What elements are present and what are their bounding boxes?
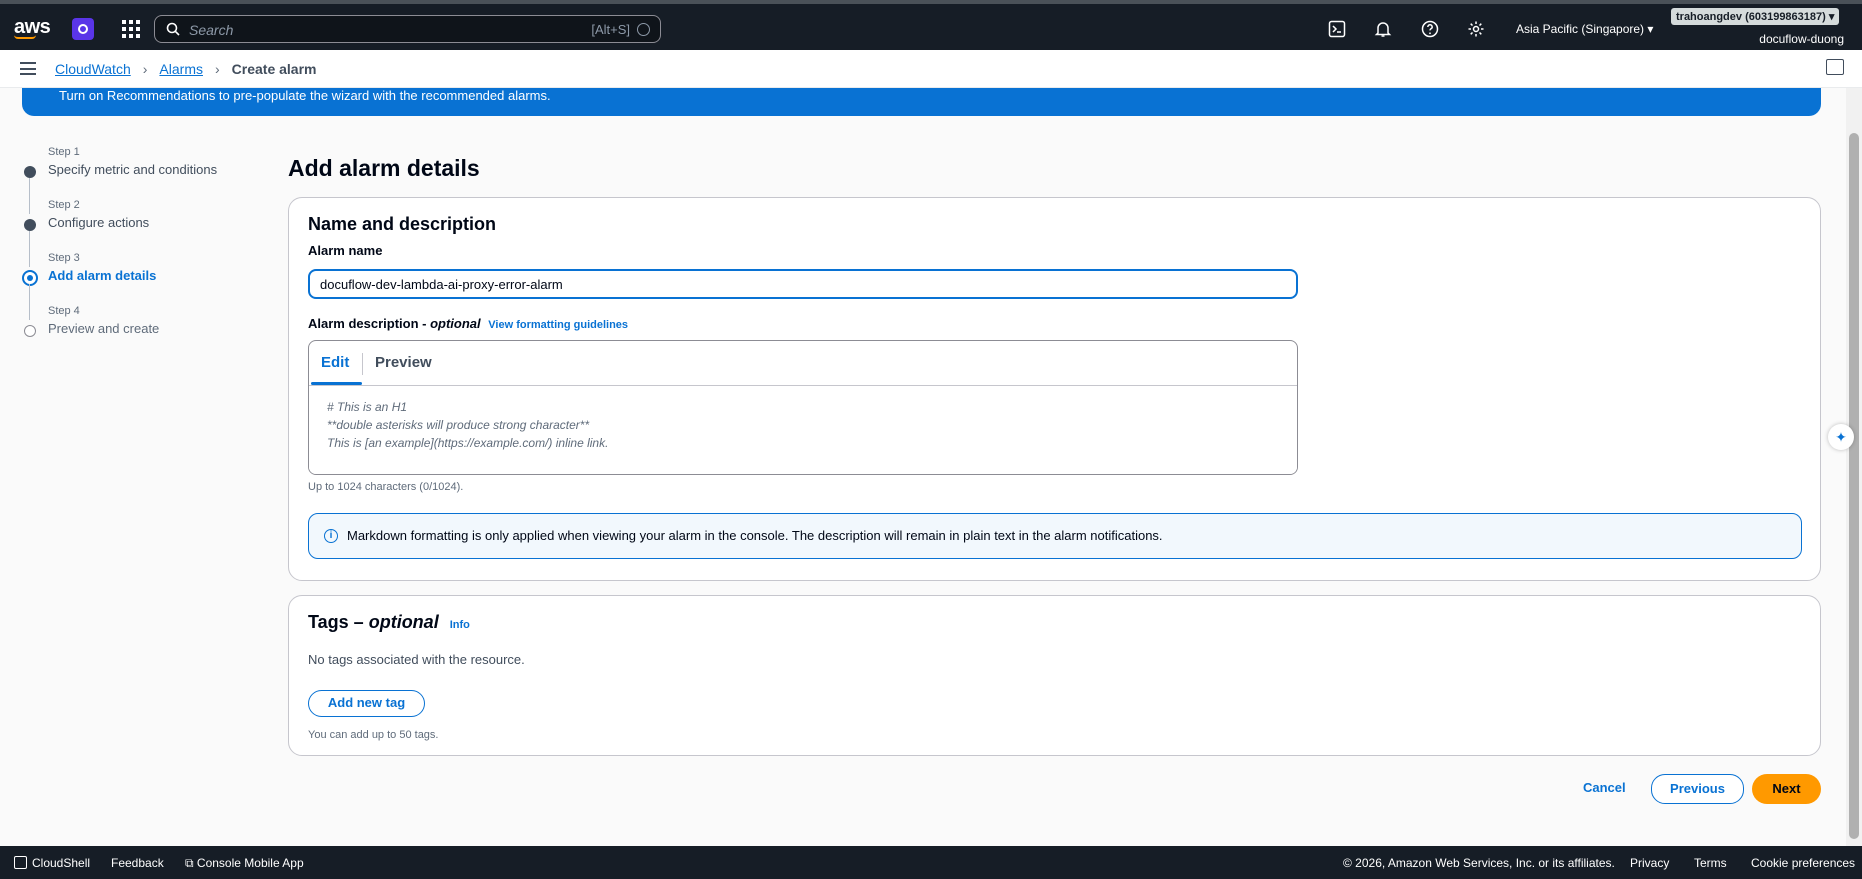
- cancel-button[interactable]: Cancel: [1583, 780, 1626, 795]
- cloudshell-icon: [14, 856, 27, 869]
- chevron-right-icon: ›: [142, 61, 148, 77]
- step-label: Preview and create: [48, 321, 160, 336]
- banner-text: Turn on Recommendations to pre-populate …: [59, 88, 551, 103]
- step-4: Step 4 Preview and create: [18, 305, 248, 358]
- services-menu-icon[interactable]: [122, 20, 140, 38]
- info-link[interactable]: Info: [450, 619, 470, 631]
- section-title: Tags – optional Info: [308, 612, 470, 632]
- search-icon: [166, 22, 180, 36]
- bell-icon[interactable]: [1374, 20, 1392, 38]
- tag-limit-hint: You can add up to 50 tags.: [308, 729, 439, 741]
- console-footer: CloudShell Feedback ⧉ Console Mobile App…: [0, 846, 1862, 879]
- alarm-name-input[interactable]: [308, 269, 1298, 299]
- region-selector[interactable]: Asia Pacific (Singapore) ▾: [1516, 22, 1653, 36]
- info-icon: i: [324, 529, 338, 543]
- tab-preview[interactable]: Preview: [375, 354, 432, 371]
- footer-cookie-preferences[interactable]: Cookie preferences: [1751, 856, 1855, 870]
- help-icon[interactable]: [1421, 20, 1439, 38]
- scrollbar-thumb[interactable]: [1849, 133, 1859, 839]
- recommendations-banner: Turn on Recommendations to pre-populate …: [22, 88, 1821, 116]
- no-tags-text: No tags associated with the resource.: [308, 652, 525, 667]
- step-number: Step 2: [48, 199, 80, 211]
- optional-label: optional: [368, 612, 439, 632]
- footer-terms[interactable]: Terms: [1694, 856, 1727, 870]
- step-2[interactable]: Step 2 Configure actions: [18, 199, 248, 267]
- footer-copyright: © 2026, Amazon Web Services, Inc. or its…: [1343, 856, 1615, 870]
- editor-tabs: Edit Preview: [309, 341, 1297, 386]
- breadcrumb-alarms[interactable]: Alarms: [159, 61, 203, 77]
- search-placeholder: Search: [189, 22, 234, 38]
- page-scrollbar[interactable]: [1846, 88, 1862, 846]
- step-pending-icon: [24, 325, 36, 337]
- step-label: Configure actions: [48, 215, 150, 230]
- gear-icon[interactable]: [1467, 20, 1485, 38]
- step-complete-icon: [24, 219, 36, 231]
- menu-icon[interactable]: [20, 62, 36, 75]
- step-1[interactable]: Step 1 Specify metric and conditions: [18, 146, 248, 214]
- tags-card: Tags – optional Info No tags associated …: [288, 595, 1821, 756]
- markdown-info-alert: i Markdown formatting is only applied wh…: [308, 513, 1802, 559]
- alert-message: Markdown formatting is only applied when…: [347, 528, 1163, 543]
- add-new-tag-button[interactable]: Add new tag: [308, 690, 425, 717]
- footer-cloudshell[interactable]: CloudShell: [14, 856, 90, 870]
- search-shortcut-hint: [Alt+S]: [591, 22, 630, 37]
- search-bar[interactable]: Search [Alt+S]: [154, 15, 661, 43]
- step-complete-icon: [24, 166, 36, 178]
- tools-panel-icon[interactable]: [1826, 59, 1844, 75]
- character-count-hint: Up to 1024 characters (0/1024).: [308, 481, 464, 493]
- wizard-steps: Step 1 Specify metric and conditions Ste…: [18, 146, 248, 358]
- aws-logo[interactable]: aws: [14, 16, 51, 39]
- page-title: Add alarm details: [288, 155, 480, 181]
- external-link-icon: ⧉: [185, 856, 197, 870]
- footer-feedback[interactable]: Feedback: [111, 856, 164, 870]
- step-label: Add alarm details: [48, 268, 157, 283]
- alarm-description-label: Alarm description - optional View format…: [308, 316, 629, 331]
- shortcut-icon: [637, 23, 650, 36]
- previous-button[interactable]: Previous: [1651, 774, 1744, 804]
- step-number: Step 1: [48, 146, 80, 158]
- next-button[interactable]: Next: [1752, 774, 1821, 804]
- alarm-description-textarea[interactable]: [309, 386, 1297, 474]
- step-3[interactable]: Step 3 Add alarm details: [18, 252, 248, 320]
- step-current-icon: [22, 270, 38, 286]
- breadcrumb: CloudWatch › Alarms › Create alarm: [55, 61, 316, 77]
- description-editor: Edit Preview: [308, 340, 1298, 475]
- optional-label: optional: [430, 316, 481, 331]
- breadcrumb-current: Create alarm: [231, 61, 317, 77]
- formatting-guidelines-link[interactable]: View formatting guidelines: [488, 319, 628, 331]
- tab-edit[interactable]: Edit: [321, 354, 349, 371]
- step-number: Step 3: [48, 252, 80, 264]
- step-label: Specify metric and conditions: [48, 162, 218, 177]
- top-navigation: aws Search [Alt+S] Asia Pacific (Singapo…: [0, 0, 1862, 50]
- breadcrumb-cloudwatch[interactable]: CloudWatch: [55, 61, 131, 77]
- footer-privacy[interactable]: Privacy: [1630, 856, 1669, 870]
- breadcrumb-bar: CloudWatch › Alarms › Create alarm: [0, 50, 1862, 88]
- assistant-icon[interactable]: ✦: [1828, 424, 1854, 450]
- account-name: docuflow-duong: [1759, 32, 1844, 46]
- section-title: Name and description: [308, 214, 497, 234]
- step-number: Step 4: [48, 305, 80, 317]
- name-description-card: Name and description Alarm name Alarm de…: [288, 197, 1821, 581]
- footer-mobile-app[interactable]: ⧉ Console Mobile App: [185, 856, 304, 871]
- account-badge[interactable]: trahoangdev (603199863187) ▾: [1671, 8, 1840, 25]
- service-shortcut-icon[interactable]: [72, 18, 94, 40]
- cloudshell-icon[interactable]: [1328, 20, 1346, 38]
- chevron-right-icon: ›: [214, 61, 220, 77]
- alarm-name-label: Alarm name: [308, 243, 383, 258]
